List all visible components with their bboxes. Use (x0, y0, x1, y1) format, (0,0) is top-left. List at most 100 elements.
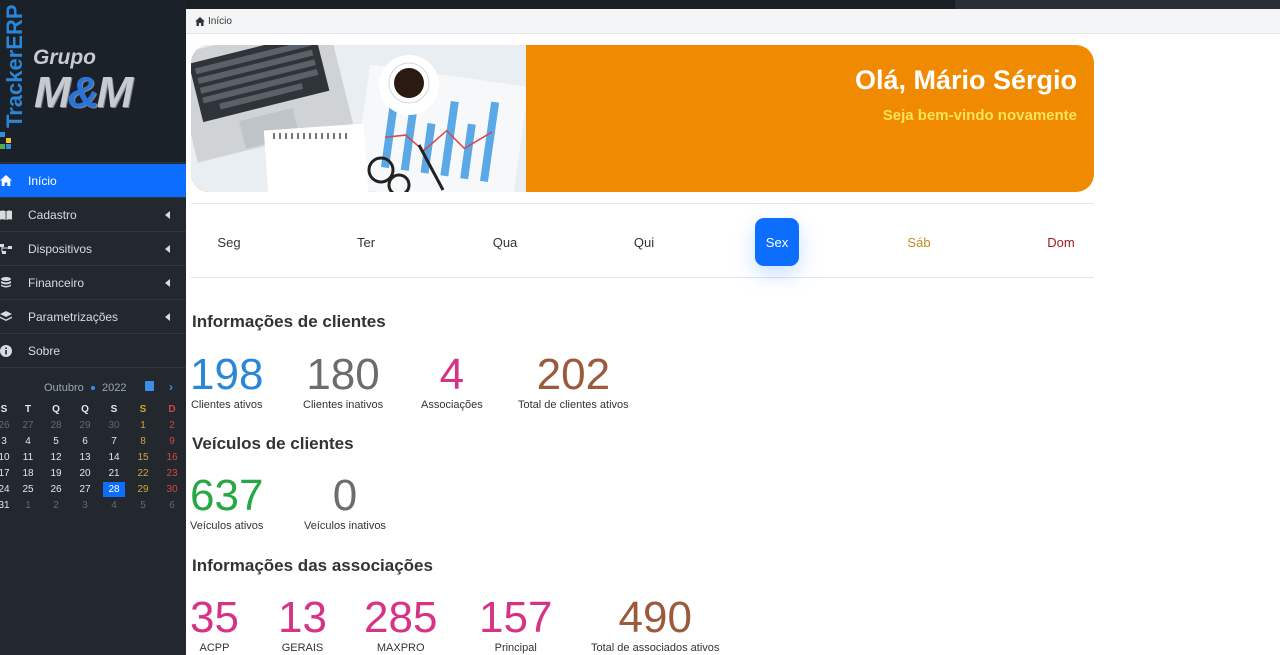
day-qui[interactable]: Qui (622, 218, 666, 266)
breadcrumb: Início (186, 9, 1280, 34)
sidebar-item-parametrizacoes[interactable]: Parametrizações (0, 300, 186, 334)
sidebar: TrackerERP Grupo M&M Início Cadastro Dis… (0, 0, 186, 655)
calendar-day[interactable]: 15 (132, 450, 154, 465)
sidebar-item-label: Início (28, 173, 57, 188)
calendar-day[interactable]: 28 (103, 482, 125, 497)
chevron-right-icon[interactable]: › (169, 380, 173, 394)
calendar-day[interactable]: 12 (45, 450, 67, 465)
calendar-day[interactable]: 1 (17, 498, 39, 513)
welcome-banner: Olá, Mário Sérgio Seja bem-vindo novamen… (191, 45, 1094, 192)
calendar-day[interactable]: 13 (74, 450, 96, 465)
stat-label: Veículos inativos (304, 520, 386, 532)
sidebar-item-cadastro[interactable]: Cadastro (0, 198, 186, 232)
section-title-veiculos: Veículos de clientes (192, 434, 354, 453)
expand-caret-icon[interactable] (165, 244, 170, 253)
calendar-weekday-label: Q (52, 404, 60, 415)
day-sex[interactable]: Sex (755, 218, 799, 266)
calendar-day[interactable]: 27 (74, 482, 96, 497)
calendar-month[interactable]: Outubro (44, 382, 84, 394)
calendar-day[interactable]: 28 (45, 418, 67, 433)
stat-value: 13 (278, 593, 327, 642)
calendar-day[interactable]: 19 (45, 466, 67, 481)
day-dom[interactable]: Dom (1039, 218, 1083, 266)
calendar-day[interactable]: 26 (0, 418, 15, 433)
calendar-weekday-label: S (110, 404, 118, 415)
logo-m-left: M (34, 68, 71, 117)
desk-workspace-image (191, 45, 526, 192)
calendar-day[interactable]: 31 (0, 498, 15, 513)
calendar-day[interactable]: 2 (45, 498, 67, 513)
expand-caret-icon[interactable] (165, 278, 170, 287)
calendar-day[interactable]: 8 (132, 434, 154, 449)
calendar-day[interactable]: 20 (74, 466, 96, 481)
calendar-day[interactable]: 4 (17, 434, 39, 449)
calendar-day[interactable]: 16 (161, 450, 183, 465)
welcome-subtitle: Seja bem-vindo novamente (882, 107, 1077, 124)
calendar-day[interactable]: 3 (0, 434, 15, 449)
stat-value: 0 (332, 471, 358, 520)
calendar-day[interactable]: 26 (45, 482, 67, 497)
greeting-title: Olá, Mário Sérgio (854, 65, 1077, 95)
main-content: Início Olá, Mário Sérgio Seja bem-vindo … (186, 9, 1280, 655)
calendar-day[interactable]: 2 (161, 418, 183, 433)
calendar-day[interactable]: 30 (103, 418, 125, 433)
top-bar (0, 0, 1280, 9)
sidebar-item-label: Financeiro (28, 275, 85, 290)
expand-caret-icon[interactable] (165, 210, 170, 219)
calendar-day[interactable]: 1 (132, 418, 154, 433)
calendar-day[interactable]: 5 (132, 498, 154, 513)
logo-ampersand: & (67, 68, 100, 117)
sidebar-menu: Início Cadastro Dispositivos Financeiro (0, 164, 186, 368)
stat-maxpro: 285 MAXPRO (364, 593, 438, 655)
day-ter[interactable]: Ter (344, 218, 388, 266)
company-logo-text: Grupo (33, 46, 96, 69)
layers-icon (0, 311, 12, 323)
calendar-day[interactable]: 5 (45, 434, 67, 449)
calendar-weekday-label: D (168, 404, 176, 415)
calendar-day[interactable]: 22 (132, 466, 154, 481)
calendar-day[interactable]: 24 (0, 482, 15, 497)
breadcrumb-item-inicio[interactable]: Início (208, 16, 232, 27)
stat-veiculos-ativos: 637 Veículos ativos (190, 474, 263, 533)
calendar-day[interactable]: 23 (161, 466, 183, 481)
stat-acpp: 35 ACPP (190, 596, 239, 655)
expand-caret-icon[interactable] (165, 312, 170, 321)
calendar-year[interactable]: 2022 (102, 382, 126, 394)
calendar-day[interactable]: 27 (17, 418, 39, 433)
stat-value: 285 (364, 593, 438, 642)
sidebar-item-dispositivos[interactable]: Dispositivos (0, 232, 186, 266)
calendar-day[interactable]: 14 (103, 450, 125, 465)
day-qua[interactable]: Qua (483, 218, 527, 266)
stat-label: Principal (494, 642, 537, 654)
calendar-day[interactable]: 29 (132, 482, 154, 497)
sidebar-item-label: Parametrizações (28, 309, 119, 324)
stat-value: 180 (306, 350, 380, 399)
calendar-day[interactable]: 18 (17, 466, 39, 481)
calendar-day[interactable]: 7 (103, 434, 125, 449)
calendar-day[interactable]: 4 (103, 498, 125, 513)
calendar-today-icon[interactable] (145, 381, 154, 391)
calendar-day[interactable]: 21 (103, 466, 125, 481)
stat-label: Clientes ativos (190, 399, 263, 411)
calendar-day[interactable]: 3 (74, 498, 96, 513)
calendar-day[interactable]: 25 (17, 482, 39, 497)
day-seg[interactable]: Seg (207, 218, 251, 266)
calendar-day[interactable]: 11 (17, 450, 39, 465)
calendar-grid: S T Q Q S S D 26 27 28 29 30 1 2 3 4 5 6 7 8 9 10 11 12 13 14 15 16… (0, 402, 186, 514)
day-sab[interactable]: Sáb (897, 218, 941, 266)
stat-principal: 157 Principal (479, 596, 552, 655)
info-icon (0, 344, 12, 357)
calendar-day[interactable]: 17 (0, 466, 15, 481)
calendar-day[interactable]: 10 (0, 450, 15, 465)
sidebar-item-sobre[interactable]: Sobre (0, 334, 186, 368)
calendar-day[interactable]: 9 (161, 434, 183, 449)
calendar-day[interactable]: 6 (74, 434, 96, 449)
calendar-day[interactable]: 30 (161, 482, 183, 497)
calendar-weekday-label: S (0, 404, 8, 415)
calendar-day[interactable]: 29 (74, 418, 96, 433)
sidebar-item-financeiro[interactable]: Financeiro (0, 266, 186, 300)
calendar-day[interactable]: 6 (161, 498, 183, 513)
sidebar-item-inicio[interactable]: Início (0, 164, 186, 198)
calendar-week-row: 24 25 26 27 28 29 30 (0, 482, 186, 498)
tracker-erp-vertical-logo: TrackerERP (2, 4, 27, 128)
